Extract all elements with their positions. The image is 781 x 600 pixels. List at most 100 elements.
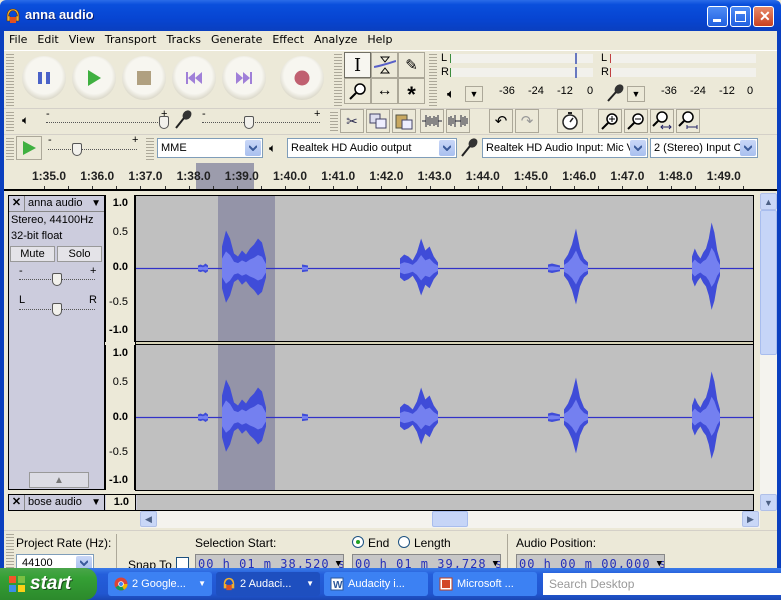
recording-meter[interactable]: L R [598, 52, 758, 80]
menu-tracks[interactable]: Tracks [161, 31, 206, 48]
envelope-tool-button[interactable] [371, 52, 398, 78]
silence-button[interactable] [446, 109, 470, 133]
menu-file[interactable]: File [4, 31, 32, 48]
waveform-area[interactable] [137, 495, 753, 510]
silence-icon [448, 115, 468, 127]
taskbar-item-powerpoint[interactable]: Microsoft ... [433, 572, 537, 596]
track-bose-audio: ✕ bose audio ▼ 1.0 [8, 494, 754, 511]
slider-thumb[interactable] [244, 116, 254, 129]
redo-button[interactable]: ↷ [515, 109, 539, 133]
record-button[interactable] [280, 56, 324, 100]
device-toolbar-grip[interactable] [146, 136, 154, 160]
solo-button[interactable]: Solo [57, 246, 102, 262]
slider-thumb[interactable] [159, 116, 169, 129]
slider-thumb[interactable] [72, 143, 82, 156]
meter-toolbar-grip[interactable] [429, 52, 437, 106]
skip-to-start-button[interactable] [172, 56, 216, 100]
zoom-out-button[interactable] [624, 109, 648, 133]
fit-selection-button[interactable] [650, 109, 674, 133]
multi-tool-button[interactable]: * [398, 78, 425, 106]
search-desktop-input[interactable]: Search Desktop [543, 573, 781, 595]
output-device-select[interactable]: Realtek HD Audio output [287, 138, 457, 158]
paste-button[interactable] [392, 109, 416, 133]
play-at-speed-button[interactable] [16, 136, 42, 160]
close-track-button[interactable]: ✕ [9, 495, 25, 510]
taskbar-item-word[interactable]: W Audacity i... [324, 572, 428, 596]
timeshift-tool-button[interactable]: ↔ [371, 78, 398, 104]
selection-tool-button[interactable]: I [344, 52, 371, 78]
recording-scale-36: -36 [661, 85, 677, 97]
scroll-left-button[interactable]: ◀ [140, 511, 157, 527]
maximize-button[interactable] [730, 6, 751, 27]
length-radio[interactable] [398, 536, 410, 548]
waveform-left-channel[interactable] [136, 196, 753, 341]
draw-tool-button[interactable]: ✎ [398, 52, 425, 78]
end-radio[interactable] [352, 536, 364, 548]
audio-host-select[interactable]: MME [157, 138, 263, 158]
playback-meter[interactable]: L R [439, 52, 595, 80]
menu-edit[interactable]: Edit [32, 31, 63, 48]
collapse-track-button[interactable]: ▲ [29, 472, 89, 488]
zoom-tool-button[interactable] [344, 78, 371, 104]
pan-slider[interactable]: L R [19, 294, 97, 318]
tools-toolbar-grip[interactable] [334, 52, 342, 106]
timeline-ruler[interactable]: 1:35.0 1:36.0 1:37.0 1:38.0 1:39.0 1:40.0 1:41… [4, 163, 777, 191]
waveform-right-channel[interactable] [136, 345, 753, 490]
sync-lock-button[interactable] [557, 109, 583, 133]
scroll-thumb[interactable] [760, 210, 777, 355]
mute-button[interactable]: Mute [10, 246, 55, 262]
mixer-toolbar-grip[interactable] [6, 110, 14, 132]
meter-right-label: R [441, 66, 449, 78]
skip-to-end-button[interactable] [222, 56, 266, 100]
start-button[interactable]: start [0, 568, 97, 600]
output-volume-slider[interactable]: - + [44, 108, 170, 131]
menu-generate[interactable]: Generate [206, 31, 267, 48]
gain-slider[interactable]: - + [19, 265, 97, 290]
minimize-button[interactable] [707, 6, 728, 27]
windows-logo-icon [9, 576, 25, 592]
menu-help[interactable]: Help [362, 31, 397, 48]
recording-meter-menu-button[interactable]: ▼ [627, 86, 645, 102]
track-name-menu-button[interactable]: bose audio ▼ [26, 495, 105, 510]
close-button[interactable]: ✕ [753, 6, 774, 27]
input-volume-slider[interactable]: - + [200, 108, 324, 131]
transport-toolbar-grip[interactable] [6, 52, 14, 106]
fit-selection-icon [652, 111, 672, 130]
scroll-right-button[interactable]: ▶ [742, 511, 759, 527]
horizontal-scrollbar[interactable]: ◀ ▶ [140, 511, 760, 528]
menu-effect[interactable]: Effect [267, 31, 309, 48]
menu-analyze[interactable]: Analyze [309, 31, 362, 48]
zoom-in-button[interactable] [598, 109, 622, 133]
fit-project-button[interactable] [676, 109, 700, 133]
cut-button[interactable]: ✂ [340, 109, 364, 133]
undo-button[interactable]: ↶ [489, 109, 513, 133]
stop-button[interactable] [122, 56, 166, 100]
scroll-thumb[interactable] [432, 511, 468, 527]
taskbar-item-chrome[interactable]: 2 Google... ▼ [108, 572, 212, 596]
edit-toolbar-grip[interactable] [330, 110, 338, 132]
menu-transport[interactable]: Transport [100, 31, 162, 48]
playback-meter-menu-button[interactable]: ▼ [465, 86, 483, 102]
taskbar-item-audacity[interactable]: 2 Audaci... ▼ [216, 572, 320, 596]
scroll-up-button[interactable]: ▲ [760, 193, 777, 210]
menu-view[interactable]: View [64, 31, 100, 48]
playback-scale-0: 0 [587, 85, 594, 97]
slider-thumb[interactable] [52, 273, 62, 286]
play-at-speed-grip[interactable] [6, 136, 14, 160]
play-icon [88, 70, 101, 86]
ruler-tick [477, 186, 479, 189]
zoom-out-icon [627, 113, 644, 130]
scroll-down-button[interactable]: ▼ [760, 494, 777, 511]
slider-thumb[interactable] [52, 303, 62, 316]
playback-speed-slider[interactable]: - + [46, 134, 141, 159]
pause-button[interactable] [22, 56, 66, 100]
input-device-select[interactable]: Realtek HD Audio Input: Mic Vo [482, 138, 648, 158]
close-track-button[interactable]: ✕ [9, 196, 25, 212]
track-name-menu-button[interactable]: anna audio ▼ [26, 196, 104, 212]
copy-button[interactable] [366, 109, 390, 133]
play-button[interactable] [72, 56, 116, 100]
trim-button[interactable] [420, 109, 444, 133]
selection-toolbar-grip[interactable] [6, 532, 14, 568]
vertical-scrollbar[interactable]: ▲ ▼ [760, 193, 777, 511]
input-channels-select[interactable]: 2 (Stereo) Input C [650, 138, 758, 158]
